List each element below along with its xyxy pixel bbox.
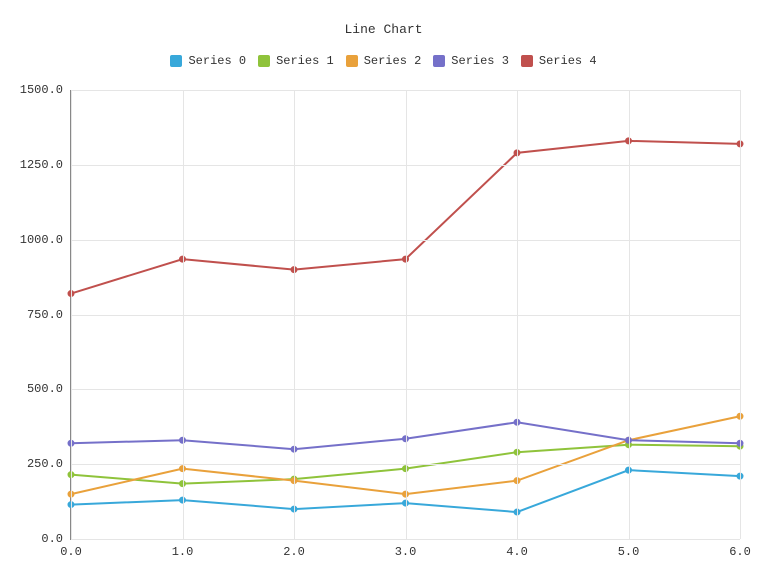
legend-swatch-icon [170,55,182,67]
y-tick-label: 1250.0 [20,158,63,172]
x-tick-label: 6.0 [729,545,751,559]
y-tick-label: 1000.0 [20,233,63,247]
y-tick-label: 0.0 [41,532,63,546]
y-tick-label: 750.0 [27,308,63,322]
legend-label: Series 0 [188,54,246,68]
plot-area: 0.01.02.03.04.05.06.00.0250.0500.0750.01… [70,90,740,540]
grid-v [740,90,741,539]
x-tick-label: 5.0 [618,545,640,559]
grid-h [71,389,740,390]
legend-item-4: Series 4 [521,54,597,68]
legend-label: Series 3 [451,54,509,68]
x-tick-label: 1.0 [172,545,194,559]
legend-label: Series 2 [364,54,422,68]
grid-h [71,315,740,316]
legend-label: Series 4 [539,54,597,68]
legend-label: Series 1 [276,54,334,68]
legend-item-3: Series 3 [433,54,509,68]
x-tick-label: 2.0 [283,545,305,559]
legend-swatch-icon [433,55,445,67]
legend-item-2: Series 2 [346,54,422,68]
legend-swatch-icon [258,55,270,67]
line-chart: Line Chart Series 0Series 1Series 2Serie… [0,0,767,580]
legend-swatch-icon [521,55,533,67]
grid-h [71,165,740,166]
grid-h [71,539,740,540]
grid-h [71,90,740,91]
y-tick-label: 500.0 [27,382,63,396]
legend-swatch-icon [346,55,358,67]
x-tick-label: 4.0 [506,545,528,559]
grid-h [71,240,740,241]
chart-title: Line Chart [0,22,767,37]
x-tick-label: 3.0 [395,545,417,559]
legend-item-0: Series 0 [170,54,246,68]
grid-h [71,464,740,465]
legend-item-1: Series 1 [258,54,334,68]
y-tick-label: 1500.0 [20,83,63,97]
y-tick-label: 250.0 [27,457,63,471]
chart-legend: Series 0 Series 1 Series 2 Series 3 Series 4 [0,54,767,71]
x-tick-label: 0.0 [60,545,82,559]
